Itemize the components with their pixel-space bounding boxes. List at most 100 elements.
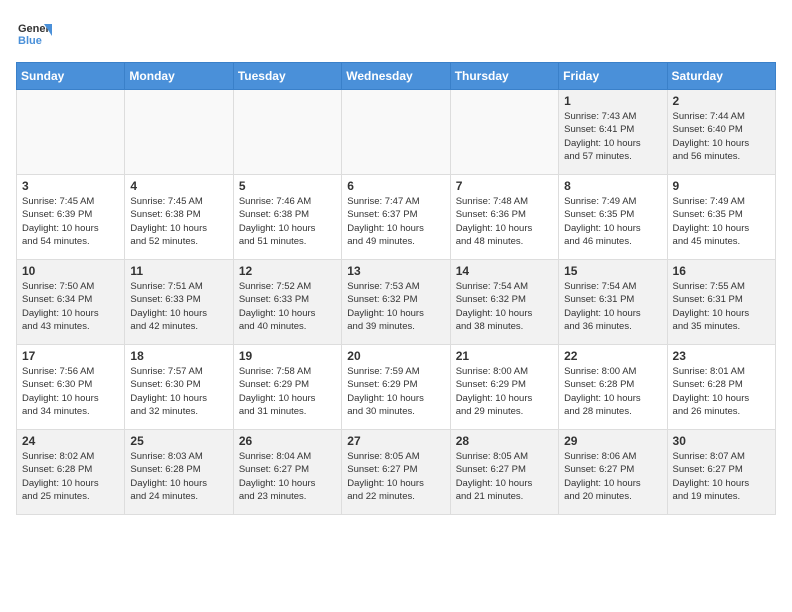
day-number: 3 <box>22 179 119 193</box>
page-header: General Blue <box>16 16 776 52</box>
day-info: Sunrise: 7:50 AMSunset: 6:34 PMDaylight:… <box>22 280 119 333</box>
day-info: Sunrise: 8:00 AMSunset: 6:28 PMDaylight:… <box>564 365 661 418</box>
day-info: Sunrise: 7:45 AMSunset: 6:39 PMDaylight:… <box>22 195 119 248</box>
day-info: Sunrise: 8:01 AMSunset: 6:28 PMDaylight:… <box>673 365 770 418</box>
calendar-cell <box>233 90 341 175</box>
day-info: Sunrise: 8:04 AMSunset: 6:27 PMDaylight:… <box>239 450 336 503</box>
logo-icon: General Blue <box>16 16 52 52</box>
calendar-cell: 24 Sunrise: 8:02 AMSunset: 6:28 PMDayligh… <box>17 430 125 515</box>
calendar-cell <box>342 90 450 175</box>
calendar-cell: 12Sunrise: 7:52 AMSunset: 6:33 PMDayligh… <box>233 260 341 345</box>
day-info: Sunrise: 7:47 AMSunset: 6:37 PMDaylight:… <box>347 195 444 248</box>
svg-text:Blue: Blue <box>18 35 42 47</box>
day-info: Sunrise: 8:00 AMSunset: 6:29 PMDaylight:… <box>456 365 553 418</box>
day-number: 28 <box>456 434 553 448</box>
day-info: Sunrise: 7:53 AMSunset: 6:32 PMDaylight:… <box>347 280 444 333</box>
day-info: Sunrise: 8:06 AMSunset: 6:27 PMDaylight:… <box>564 450 661 503</box>
day-number: 6 <box>347 179 444 193</box>
calendar-cell: 8Sunrise: 7:49 AMSunset: 6:35 PMDaylight… <box>559 175 667 260</box>
day-number: 20 <box>347 349 444 363</box>
day-info: Sunrise: 7:52 AMSunset: 6:33 PMDaylight:… <box>239 280 336 333</box>
day-info: Sunrise: 7:56 AMSunset: 6:30 PMDaylight:… <box>22 365 119 418</box>
logo: General Blue <box>16 16 52 52</box>
calendar-week-2: 3 Sunrise: 7:45 AMSunset: 6:39 PMDaylight… <box>17 175 776 260</box>
day-info: Sunrise: 7:59 AMSunset: 6:29 PMDaylight:… <box>347 365 444 418</box>
day-number: 19 <box>239 349 336 363</box>
calendar-table: SundayMondayTuesdayWednesdayThursdayFrid… <box>16 62 776 515</box>
day-number: 15 <box>564 264 661 278</box>
calendar-cell: 13 Sunrise: 7:53 AMSunset: 6:32 PMDayligh… <box>342 260 450 345</box>
day-number: 7 <box>456 179 553 193</box>
calendar-cell: 15Sunrise: 7:54 AMSunset: 6:31 PMDayligh… <box>559 260 667 345</box>
calendar-cell: 10 Sunrise: 7:50 AMSunset: 6:34 PMDayligh… <box>17 260 125 345</box>
day-info: Sunrise: 7:55 AMSunset: 6:31 PMDaylight:… <box>673 280 770 333</box>
weekday-header-friday: Friday <box>559 63 667 90</box>
day-info: Sunrise: 8:07 AMSunset: 6:27 PMDaylight:… <box>673 450 770 503</box>
day-number: 5 <box>239 179 336 193</box>
calendar-cell: 5 Sunrise: 7:46 AMSunset: 6:38 PMDaylight… <box>233 175 341 260</box>
day-number: 10 <box>22 264 119 278</box>
calendar-cell: 14 Sunrise: 7:54 AMSunset: 6:32 PMDayligh… <box>450 260 558 345</box>
day-info: Sunrise: 7:45 AMSunset: 6:38 PMDaylight:… <box>130 195 227 248</box>
calendar-cell: 11 Sunrise: 7:51 AMSunset: 6:33 PMDayligh… <box>125 260 233 345</box>
day-info: Sunrise: 7:57 AMSunset: 6:30 PMDaylight:… <box>130 365 227 418</box>
day-number: 14 <box>456 264 553 278</box>
calendar-cell: 28 Sunrise: 8:05 AMSunset: 6:27 PMDayligh… <box>450 430 558 515</box>
day-number: 29 <box>564 434 661 448</box>
day-info: Sunrise: 7:54 AMSunset: 6:32 PMDaylight:… <box>456 280 553 333</box>
calendar-cell: 29 Sunrise: 8:06 AMSunset: 6:27 PMDayligh… <box>559 430 667 515</box>
calendar-week-5: 24 Sunrise: 8:02 AMSunset: 6:28 PMDayligh… <box>17 430 776 515</box>
calendar-cell: 22 Sunrise: 8:00 AMSunset: 6:28 PMDayligh… <box>559 345 667 430</box>
calendar-cell: 30Sunrise: 8:07 AMSunset: 6:27 PMDayligh… <box>667 430 775 515</box>
calendar-cell: 9Sunrise: 7:49 AMSunset: 6:35 PMDaylight… <box>667 175 775 260</box>
day-number: 4 <box>130 179 227 193</box>
weekday-header-saturday: Saturday <box>667 63 775 90</box>
day-number: 9 <box>673 179 770 193</box>
day-info: Sunrise: 7:48 AMSunset: 6:36 PMDaylight:… <box>456 195 553 248</box>
day-number: 24 <box>22 434 119 448</box>
weekday-header-row: SundayMondayTuesdayWednesdayThursdayFrid… <box>17 63 776 90</box>
day-info: Sunrise: 7:44 AMSunset: 6:40 PMDaylight:… <box>673 110 770 163</box>
calendar-cell: 27 Sunrise: 8:05 AMSunset: 6:27 PMDayligh… <box>342 430 450 515</box>
calendar-cell <box>17 90 125 175</box>
calendar-cell: 7 Sunrise: 7:48 AMSunset: 6:36 PMDaylight… <box>450 175 558 260</box>
day-number: 17 <box>22 349 119 363</box>
day-number: 21 <box>456 349 553 363</box>
day-info: Sunrise: 8:05 AMSunset: 6:27 PMDaylight:… <box>347 450 444 503</box>
day-info: Sunrise: 7:46 AMSunset: 6:38 PMDaylight:… <box>239 195 336 248</box>
day-info: Sunrise: 8:02 AMSunset: 6:28 PMDaylight:… <box>22 450 119 503</box>
day-number: 25 <box>130 434 227 448</box>
calendar-cell: 19 Sunrise: 7:58 AMSunset: 6:29 PMDayligh… <box>233 345 341 430</box>
calendar-cell: 23 Sunrise: 8:01 AMSunset: 6:28 PMDayligh… <box>667 345 775 430</box>
calendar-week-1: 1Sunrise: 7:43 AMSunset: 6:41 PMDaylight… <box>17 90 776 175</box>
day-number: 26 <box>239 434 336 448</box>
calendar-cell: 1Sunrise: 7:43 AMSunset: 6:41 PMDaylight… <box>559 90 667 175</box>
day-number: 16 <box>673 264 770 278</box>
calendar-week-3: 10 Sunrise: 7:50 AMSunset: 6:34 PMDayligh… <box>17 260 776 345</box>
day-number: 2 <box>673 94 770 108</box>
calendar-week-4: 17 Sunrise: 7:56 AMSunset: 6:30 PMDayligh… <box>17 345 776 430</box>
day-info: Sunrise: 8:03 AMSunset: 6:28 PMDaylight:… <box>130 450 227 503</box>
calendar-cell <box>125 90 233 175</box>
weekday-header-wednesday: Wednesday <box>342 63 450 90</box>
calendar-cell: 17 Sunrise: 7:56 AMSunset: 6:30 PMDayligh… <box>17 345 125 430</box>
calendar-cell: 6 Sunrise: 7:47 AMSunset: 6:37 PMDaylight… <box>342 175 450 260</box>
calendar-cell: 4 Sunrise: 7:45 AMSunset: 6:38 PMDaylight… <box>125 175 233 260</box>
calendar-cell: 3 Sunrise: 7:45 AMSunset: 6:39 PMDaylight… <box>17 175 125 260</box>
day-info: Sunrise: 8:05 AMSunset: 6:27 PMDaylight:… <box>456 450 553 503</box>
calendar-cell <box>450 90 558 175</box>
day-number: 11 <box>130 264 227 278</box>
day-number: 23 <box>673 349 770 363</box>
calendar-cell: 18Sunrise: 7:57 AMSunset: 6:30 PMDayligh… <box>125 345 233 430</box>
calendar-cell: 2 Sunrise: 7:44 AMSunset: 6:40 PMDaylight… <box>667 90 775 175</box>
day-info: Sunrise: 7:49 AMSunset: 6:35 PMDaylight:… <box>564 195 661 248</box>
day-number: 27 <box>347 434 444 448</box>
day-info: Sunrise: 7:51 AMSunset: 6:33 PMDaylight:… <box>130 280 227 333</box>
day-number: 22 <box>564 349 661 363</box>
day-number: 13 <box>347 264 444 278</box>
day-info: Sunrise: 7:58 AMSunset: 6:29 PMDaylight:… <box>239 365 336 418</box>
calendar-cell: 25 Sunrise: 8:03 AMSunset: 6:28 PMDayligh… <box>125 430 233 515</box>
weekday-header-tuesday: Tuesday <box>233 63 341 90</box>
calendar-cell: 16 Sunrise: 7:55 AMSunset: 6:31 PMDayligh… <box>667 260 775 345</box>
weekday-header-sunday: Sunday <box>17 63 125 90</box>
